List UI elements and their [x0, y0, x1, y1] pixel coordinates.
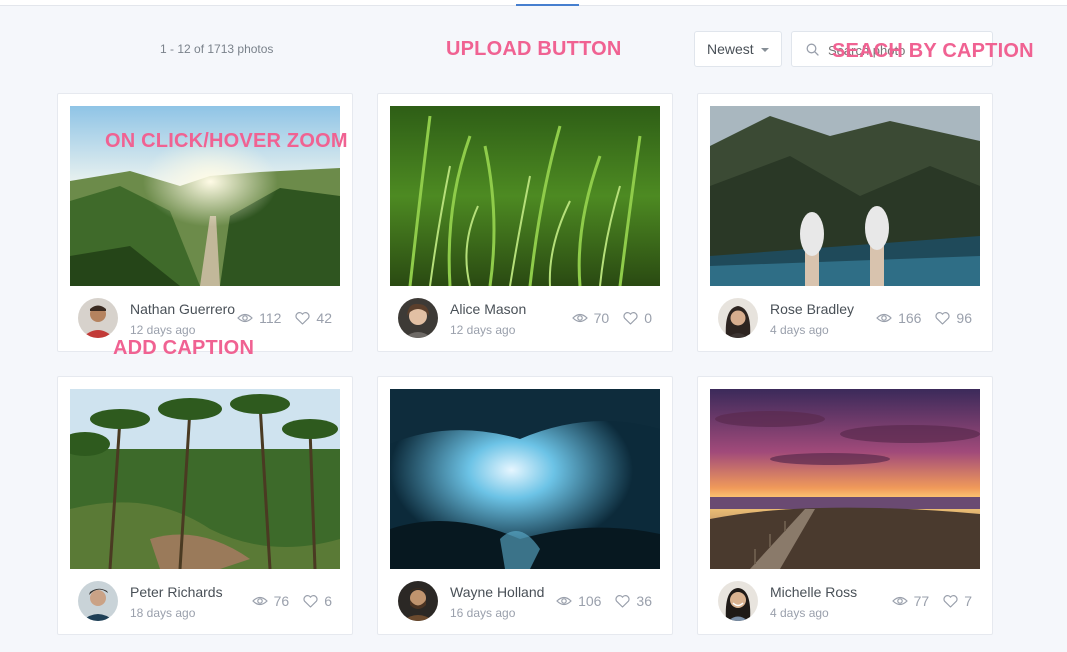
avatar[interactable] — [398, 581, 438, 621]
post-time: 12 days ago — [450, 323, 516, 337]
author-name[interactable]: Nathan Guerrero — [130, 301, 235, 317]
photo-ice-cave[interactable] — [390, 389, 660, 569]
like-count: 36 — [636, 593, 652, 609]
eye-icon[interactable] — [571, 312, 588, 324]
post-time: 12 days ago — [130, 323, 196, 337]
photo-stats: 70 0 — [571, 310, 652, 326]
avatar[interactable] — [398, 298, 438, 338]
heart-icon[interactable] — [935, 311, 950, 325]
eye-icon[interactable] — [876, 312, 892, 324]
photo-palm-terraces[interactable] — [70, 389, 340, 569]
photo-cliff-feet[interactable] — [710, 106, 980, 286]
post-time: 16 days ago — [450, 606, 516, 620]
like-count: 96 — [956, 310, 972, 326]
like-count: 42 — [316, 310, 332, 326]
photo-stats: 76 6 — [251, 593, 332, 609]
view-count: 106 — [578, 593, 602, 609]
avatar[interactable] — [78, 581, 118, 621]
search-caption-annotation: SEACH BY CAPTION — [832, 40, 1034, 62]
view-count: 70 — [593, 310, 610, 326]
sort-select[interactable]: Newest — [694, 31, 782, 67]
photo-stats: 77 7 — [891, 593, 972, 609]
upload-button[interactable]: UPLOAD BUTTON — [446, 38, 622, 61]
photo-card[interactable]: Alice Mason 12 days ago 70 0 — [377, 93, 673, 352]
caret-down-icon — [761, 48, 769, 52]
top-nav-bar — [0, 0, 1067, 6]
heart-icon[interactable] — [623, 311, 638, 325]
avatar[interactable] — [78, 298, 118, 338]
photo-stats: 106 36 — [556, 593, 652, 609]
photo-card[interactable]: Rose Bradley 4 days ago 166 96 — [697, 93, 993, 352]
avatar[interactable] — [718, 298, 758, 338]
author-name[interactable]: Rose Bradley — [770, 301, 854, 317]
zoom-annotation: ON CLICK/HOVER ZOOM — [105, 130, 348, 152]
caption-annotation: ADD CAPTION — [113, 337, 255, 359]
view-count: 166 — [898, 310, 922, 326]
post-time: 4 days ago — [770, 606, 829, 620]
view-count: 77 — [913, 593, 930, 609]
heart-icon[interactable] — [303, 594, 318, 608]
author-name[interactable]: Wayne Holland — [450, 584, 544, 600]
photo-card[interactable]: Peter Richards 18 days ago 76 6 — [57, 376, 353, 635]
photo-stats: 112 42 — [237, 310, 332, 326]
post-time: 18 days ago — [130, 606, 196, 620]
active-tab-indicator — [516, 4, 579, 6]
view-count: 76 — [273, 593, 290, 609]
heart-icon[interactable] — [615, 594, 630, 608]
post-time: 4 days ago — [770, 323, 829, 337]
photo-stats: 166 96 — [876, 310, 972, 326]
sort-label: Newest — [707, 41, 754, 57]
like-count: 6 — [324, 593, 332, 609]
photo-card[interactable]: Michelle Ross 4 days ago 77 7 — [697, 376, 993, 635]
eye-icon[interactable] — [251, 595, 268, 607]
heart-icon[interactable] — [295, 311, 310, 325]
author-name[interactable]: Michelle Ross — [770, 584, 857, 600]
eye-icon[interactable] — [891, 595, 908, 607]
photo-count: 1 - 12 of 1713 photos — [160, 42, 274, 56]
photo-sunset-boardwalk[interactable] — [710, 389, 980, 569]
author-name[interactable]: Peter Richards — [130, 584, 223, 600]
author-name[interactable]: Alice Mason — [450, 301, 526, 317]
like-count: 7 — [964, 593, 972, 609]
heart-icon[interactable] — [943, 594, 958, 608]
eye-icon[interactable] — [556, 595, 572, 607]
view-count: 112 — [259, 310, 282, 326]
search-icon — [806, 43, 819, 56]
photo-grass[interactable] — [390, 106, 660, 286]
photo-card[interactable]: Wayne Holland 16 days ago 106 36 — [377, 376, 673, 635]
eye-icon[interactable] — [237, 312, 253, 324]
like-count: 0 — [644, 310, 652, 326]
avatar[interactable] — [718, 581, 758, 621]
